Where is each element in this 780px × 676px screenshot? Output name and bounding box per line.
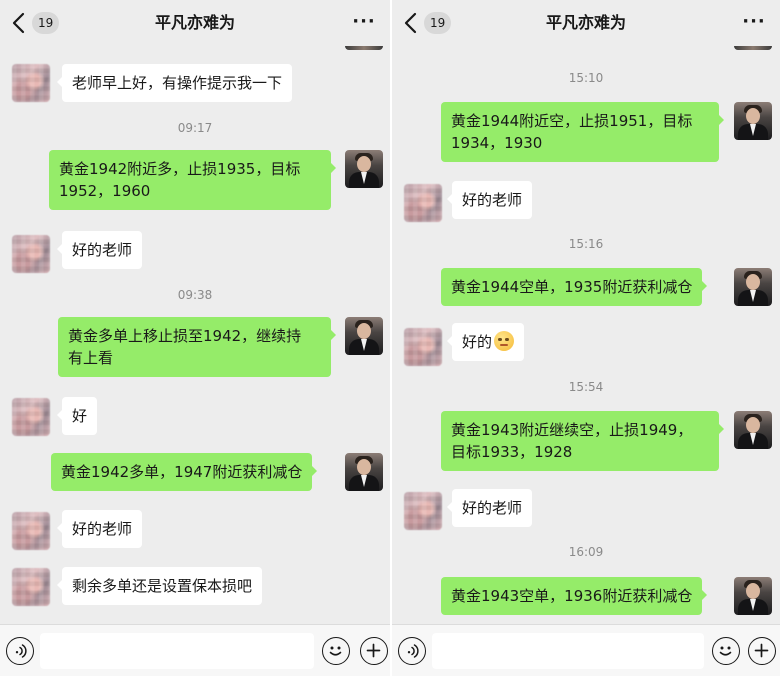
contact-avatar[interactable] xyxy=(12,512,50,550)
plus-icon[interactable] xyxy=(360,637,388,665)
chat-screen-right: 19 平凡亦难为 ··· 15:10 黄金1944附近空，止损1951，目标 1… xyxy=(392,0,780,676)
message-text: 好的 xyxy=(462,333,493,351)
incoming-message[interactable]: 好的老师 xyxy=(56,510,143,548)
incoming-message[interactable]: 老师早上好，有操作提示我一下 xyxy=(56,64,293,102)
outgoing-message[interactable]: 黄金1942附近多，止损1935，目标 1952，1960 xyxy=(49,150,336,210)
chat-screen-left: 19 平凡亦难为 ··· 老师早上好，有操作提示我一下 09:17 黄金1942… xyxy=(0,0,390,676)
voice-icon[interactable] xyxy=(6,637,34,665)
outgoing-message[interactable]: 黄金1944空单，1935附近获利减仓 xyxy=(441,268,708,306)
contact-avatar[interactable] xyxy=(12,64,50,102)
contact-avatar[interactable] xyxy=(12,568,50,606)
voice-icon[interactable] xyxy=(398,637,426,665)
message-list[interactable]: 老师早上好，有操作提示我一下 09:17 黄金1942附近多，止损1935，目标… xyxy=(0,0,390,624)
incoming-message[interactable]: 剩余多单还是设置保本损吧 xyxy=(56,567,263,605)
input-bar xyxy=(0,624,390,676)
my-avatar[interactable] xyxy=(734,268,772,306)
contact-avatar[interactable] xyxy=(404,184,442,222)
timestamp: 16:09 xyxy=(568,545,604,559)
emoji-icon[interactable] xyxy=(712,637,740,665)
message-list[interactable]: 15:10 黄金1944附近空，止损1951，目标 1934，1930 好的老师… xyxy=(392,0,780,624)
outgoing-message[interactable]: 黄金1942多单，1947附近获利减仓 xyxy=(51,453,318,491)
contact-avatar[interactable] xyxy=(404,328,442,366)
more-icon[interactable]: ··· xyxy=(352,10,376,34)
my-avatar[interactable] xyxy=(734,577,772,615)
emoji-icon[interactable] xyxy=(322,637,350,665)
chat-header: 19 平凡亦难为 ··· xyxy=(0,0,390,46)
contact-avatar[interactable] xyxy=(12,235,50,273)
my-avatar[interactable] xyxy=(345,453,383,491)
chat-header: 19 平凡亦难为 ··· xyxy=(392,0,780,46)
my-avatar[interactable] xyxy=(345,150,383,188)
timestamp: 09:17 xyxy=(177,121,213,135)
contact-avatar[interactable] xyxy=(12,398,50,436)
chat-screenshot-pair: 19 平凡亦难为 ··· 老师早上好，有操作提示我一下 09:17 黄金1942… xyxy=(0,0,780,676)
incoming-message[interactable]: 好的老师 xyxy=(446,489,533,527)
incoming-message[interactable]: 好的老师 xyxy=(446,181,533,219)
chat-title: 平凡亦难为 xyxy=(154,13,235,32)
timestamp: 15:54 xyxy=(568,380,604,394)
more-icon[interactable]: ··· xyxy=(742,10,766,34)
message-input[interactable] xyxy=(432,633,704,669)
message-input[interactable] xyxy=(40,633,314,669)
flushed-face-emoji-icon xyxy=(494,331,515,351)
timestamp: 15:10 xyxy=(568,71,604,85)
plus-icon[interactable] xyxy=(748,637,776,665)
incoming-message[interactable]: 好 xyxy=(56,397,98,435)
outgoing-message[interactable]: 黄金1943附近继续空，止损1949， 目标1933，1928 xyxy=(441,411,724,471)
outgoing-message[interactable]: 黄金1943空单，1936附近获利减仓 xyxy=(441,577,708,615)
incoming-message[interactable]: 好的老师 xyxy=(56,231,143,269)
timestamp: 09:38 xyxy=(177,288,213,302)
incoming-message[interactable]: 好的 xyxy=(446,323,525,361)
outgoing-message[interactable]: 黄金1944附近空，止损1951，目标 1934，1930 xyxy=(441,102,724,162)
my-avatar[interactable] xyxy=(345,317,383,355)
chat-title: 平凡亦难为 xyxy=(545,13,626,32)
my-avatar[interactable] xyxy=(734,411,772,449)
outgoing-message[interactable]: 黄金多单上移止损至1942，继续持 有上看 xyxy=(58,317,336,377)
timestamp: 15:16 xyxy=(568,237,604,251)
my-avatar[interactable] xyxy=(734,102,772,140)
input-bar xyxy=(392,624,780,676)
contact-avatar[interactable] xyxy=(404,492,442,530)
